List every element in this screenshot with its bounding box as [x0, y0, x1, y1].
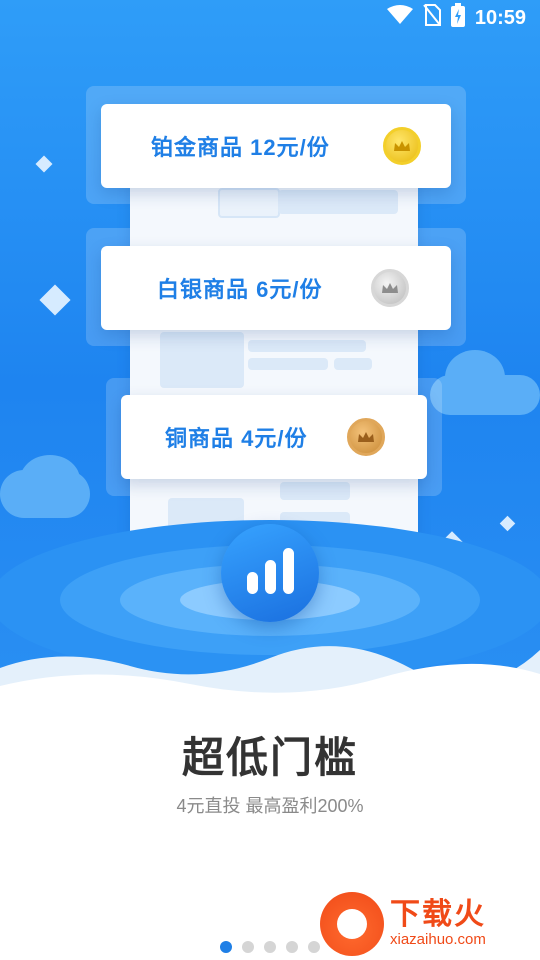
- placeholder-line: [278, 190, 398, 214]
- page-subtitle: 4元直投 最高盈利200%: [176, 796, 364, 816]
- card-label: 铂金商品 12元/份: [151, 135, 330, 160]
- status-time: 10:59: [474, 6, 526, 29]
- page-dot[interactable]: [286, 941, 298, 953]
- placeholder-block: [160, 332, 244, 388]
- chart-bars-button[interactable]: [221, 524, 319, 622]
- page-dot[interactable]: [220, 941, 232, 953]
- decor-cloud: [20, 455, 80, 505]
- wifi-icon: [386, 5, 413, 31]
- placeholder-line: [280, 482, 350, 500]
- platinum-product-card[interactable]: 铂金商品 12元/份: [101, 104, 451, 188]
- placeholder-line: [248, 340, 366, 352]
- decor-diamond: [35, 155, 53, 173]
- bronze-coin-icon: [347, 418, 385, 456]
- page-dot[interactable]: [264, 941, 276, 953]
- decor-cloud: [445, 350, 505, 405]
- card-label: 铜商品 4元/份: [165, 426, 308, 451]
- silver-coin-icon: [371, 269, 409, 307]
- placeholder-line: [248, 358, 328, 370]
- page-dot[interactable]: [308, 941, 320, 953]
- chart-bar-icon: [246, 572, 258, 594]
- watermark-brand: 下载火: [390, 898, 486, 931]
- gold-coin-icon: [383, 127, 421, 165]
- decor-diamond: [39, 284, 71, 316]
- placeholder-block: [218, 188, 280, 218]
- placeholder-line: [334, 358, 372, 370]
- status-bar: 10:59: [0, 0, 540, 36]
- bronze-product-card[interactable]: 铜商品 4元/份: [121, 395, 427, 479]
- silver-product-card[interactable]: 白银商品 6元/份: [101, 246, 451, 330]
- card-label: 白银商品 6元/份: [157, 277, 323, 302]
- battery-charging-icon: [450, 3, 465, 33]
- hero-illustration: 10:59 铂金商品 12元/份 白银商品 6元/份 铜商品 4元/份: [0, 0, 540, 700]
- page-title: 超低门槛: [181, 734, 358, 781]
- chart-bar-icon: [264, 560, 276, 594]
- page-indicator: [0, 941, 540, 953]
- page-dot[interactable]: [242, 941, 254, 953]
- chart-bar-icon: [282, 548, 294, 594]
- no-sim-icon: [423, 4, 441, 32]
